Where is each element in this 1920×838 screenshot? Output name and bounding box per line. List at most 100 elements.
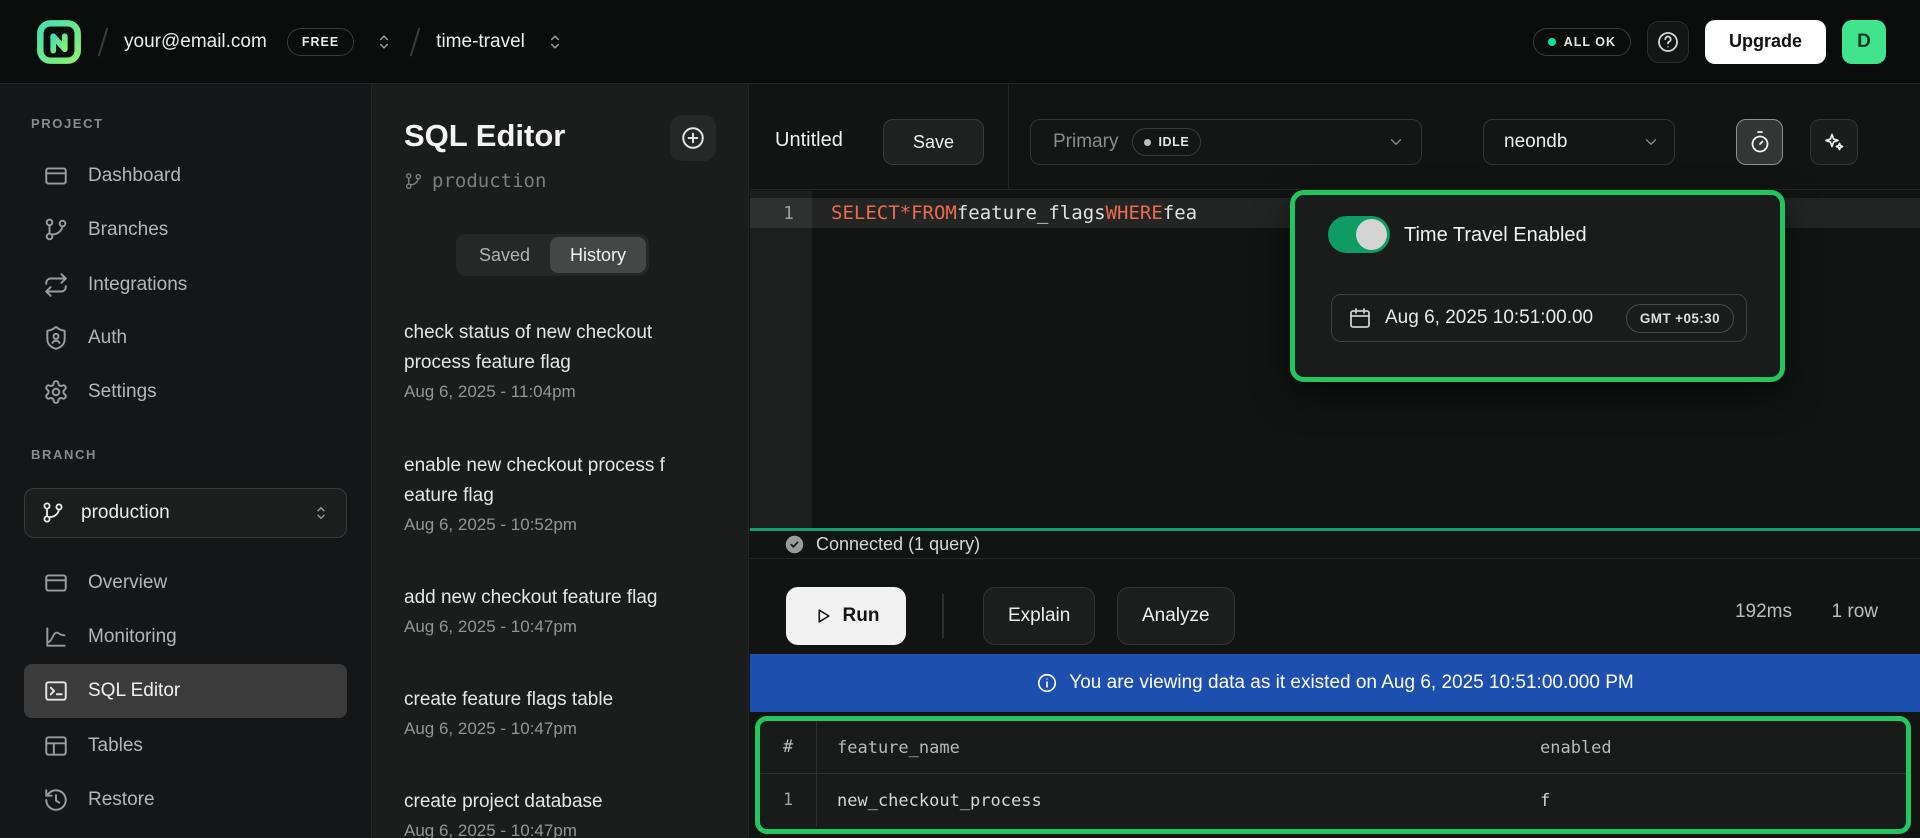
upgrade-button[interactable]: Upgrade xyxy=(1705,20,1826,64)
sidebar-item-monitoring[interactable]: Monitoring xyxy=(24,610,347,664)
history-date: Aug 6, 2025 - 10:52pm xyxy=(404,511,728,538)
history-date: Aug 6, 2025 - 10:47pm xyxy=(404,613,728,640)
project-name[interactable]: time-travel xyxy=(436,31,525,53)
org-email[interactable]: your@email.com xyxy=(124,31,267,53)
play-icon xyxy=(813,606,833,626)
branch-selector[interactable]: production xyxy=(24,488,347,538)
tab-saved[interactable]: Saved xyxy=(459,237,550,273)
stopwatch-icon xyxy=(1748,130,1772,154)
history-item[interactable]: create project database Aug 6, 2025 - 10… xyxy=(404,787,728,838)
status-badge[interactable]: ALL OK xyxy=(1533,28,1631,56)
compute-selector[interactable]: Primary IDLE xyxy=(1030,119,1422,165)
toolbar-separator xyxy=(942,594,944,638)
history-item[interactable]: enable new checkout process feature flag… xyxy=(404,451,728,538)
panel-branch-label: production xyxy=(432,170,546,192)
breadcrumb-slash-icon xyxy=(410,27,421,56)
sql-terminal-icon xyxy=(43,678,69,704)
time-travel-button[interactable] xyxy=(1736,119,1783,165)
new-query-button[interactable] xyxy=(670,115,716,161)
column-header-feature-name: feature_name xyxy=(817,738,1540,758)
query-tab-title[interactable]: Untitled xyxy=(775,129,843,152)
header-divider xyxy=(1008,84,1009,190)
chevron-down-icon xyxy=(1642,133,1660,151)
time-travel-datetime-field[interactable]: Aug 6, 2025 10:51:00.00 GMT +05:30 xyxy=(1331,294,1747,342)
sidebar-item-restore[interactable]: Restore xyxy=(24,773,347,827)
sidebar-item-integrations[interactable]: Integrations xyxy=(24,258,347,312)
sidebar-item-branches[interactable]: Branches xyxy=(24,203,347,257)
table-row[interactable]: 1 new_checkout_process f xyxy=(760,774,1906,827)
sidebar-item-settings[interactable]: Settings xyxy=(24,365,347,419)
tab-history[interactable]: History xyxy=(550,237,646,273)
neon-console: your@email.com FREE time-travel ALL OK xyxy=(0,0,1920,838)
sidebar-item-label: Auth xyxy=(88,327,127,349)
sql-code-line[interactable]: SELECT * FROM feature_flags WHERE fea xyxy=(831,198,1197,228)
editor-header: Untitled Save Primary IDLE neondb xyxy=(750,84,1920,190)
history-title-line: enable new checkout process f xyxy=(404,455,665,476)
org-switcher-chevrons-icon[interactable] xyxy=(374,32,394,52)
restore-history-icon xyxy=(43,787,69,813)
sql-keyword: FROM xyxy=(911,202,957,224)
run-button[interactable]: Run xyxy=(786,587,906,645)
time-travel-toggle[interactable] xyxy=(1328,216,1390,253)
database-selector[interactable]: neondb xyxy=(1483,119,1675,165)
window-icon xyxy=(43,163,69,189)
branch-selector-chevrons-icon xyxy=(312,504,330,522)
toggle-knob xyxy=(1356,219,1387,250)
history-date: Aug 6, 2025 - 11:04pm xyxy=(404,378,728,405)
editor-pane: Untitled Save Primary IDLE neondb xyxy=(750,84,1920,838)
sql-keyword: SELECT xyxy=(831,202,900,224)
sidebar-item-label: Overview xyxy=(88,572,167,594)
panel-branch: production xyxy=(404,170,546,192)
avatar[interactable]: D xyxy=(1842,20,1886,64)
git-branch-icon xyxy=(404,172,423,191)
table-header-row: # feature_name enabled xyxy=(760,721,1906,774)
sidebar-item-tables[interactable]: Tables xyxy=(24,719,347,773)
sidebar-item-label: Branches xyxy=(88,219,168,241)
history-date: Aug 6, 2025 - 10:47pm xyxy=(404,817,728,838)
plan-badge: FREE xyxy=(287,28,354,56)
line-number-gutter xyxy=(750,191,812,528)
sparkles-icon xyxy=(1822,130,1846,154)
top-bar: your@email.com FREE time-travel ALL OK xyxy=(0,0,1920,84)
breadcrumb-slash-icon xyxy=(98,27,109,56)
sql-keyword: WHERE xyxy=(1106,202,1163,224)
column-header-index: # xyxy=(760,721,817,774)
sidebar-item-label: Restore xyxy=(88,789,155,811)
history-item[interactable]: add new checkout feature flag Aug 6, 202… xyxy=(404,583,728,640)
history-item[interactable]: create feature flags table Aug 6, 2025 -… xyxy=(404,685,728,742)
history-title-line: add new checkout feature flag xyxy=(404,587,658,608)
query-duration: 192ms xyxy=(1735,601,1792,623)
git-branch-icon xyxy=(41,501,65,525)
page-title: SQL Editor xyxy=(404,118,565,154)
history-item[interactable]: check status of new checkoutprocess feat… xyxy=(404,318,728,405)
idle-dot xyxy=(1144,139,1151,146)
status-badge-label: ALL OK xyxy=(1564,35,1616,49)
sidebar-item-dashboard[interactable]: Dashboard xyxy=(24,149,347,203)
line-number: 1 xyxy=(750,198,812,228)
saved-history-tabs: Saved History xyxy=(456,234,649,276)
sidebar-item-auth[interactable]: Auth xyxy=(24,311,347,365)
neon-logo-icon[interactable] xyxy=(36,19,82,65)
time-travel-datetime-value: Aug 6, 2025 10:51:00.00 xyxy=(1385,307,1593,329)
cell-row-number: 1 xyxy=(760,774,817,827)
save-button[interactable]: Save xyxy=(883,119,984,165)
sidebar-item-overview[interactable]: Overview xyxy=(24,556,347,610)
sql-editor-panel: SQL Editor production Saved History chec… xyxy=(372,84,749,838)
project-switcher-chevrons-icon[interactable] xyxy=(545,32,565,52)
sidebar-item-label: Integrations xyxy=(88,274,187,296)
calendar-icon xyxy=(1348,306,1372,330)
run-label: Run xyxy=(843,605,880,627)
history-title-line: process feature flag xyxy=(404,352,571,373)
compute-name: Primary xyxy=(1053,131,1118,153)
explain-button[interactable]: Explain xyxy=(983,587,1095,645)
sidebar: PROJECT Dashboard Branches Integrations … xyxy=(0,84,372,838)
project-section-label: PROJECT xyxy=(31,116,104,131)
analyze-button[interactable]: Analyze xyxy=(1117,587,1235,645)
sidebar-item-label: Settings xyxy=(88,381,157,403)
help-button[interactable] xyxy=(1647,21,1689,63)
banner-message: You are viewing data as it existed on Au… xyxy=(1069,672,1633,694)
ai-assist-button[interactable] xyxy=(1810,119,1858,165)
column-header-enabled: enabled xyxy=(1540,738,1906,758)
sql-identifier: fea xyxy=(1163,202,1197,224)
sidebar-item-sql-editor[interactable]: SQL Editor xyxy=(24,664,347,718)
